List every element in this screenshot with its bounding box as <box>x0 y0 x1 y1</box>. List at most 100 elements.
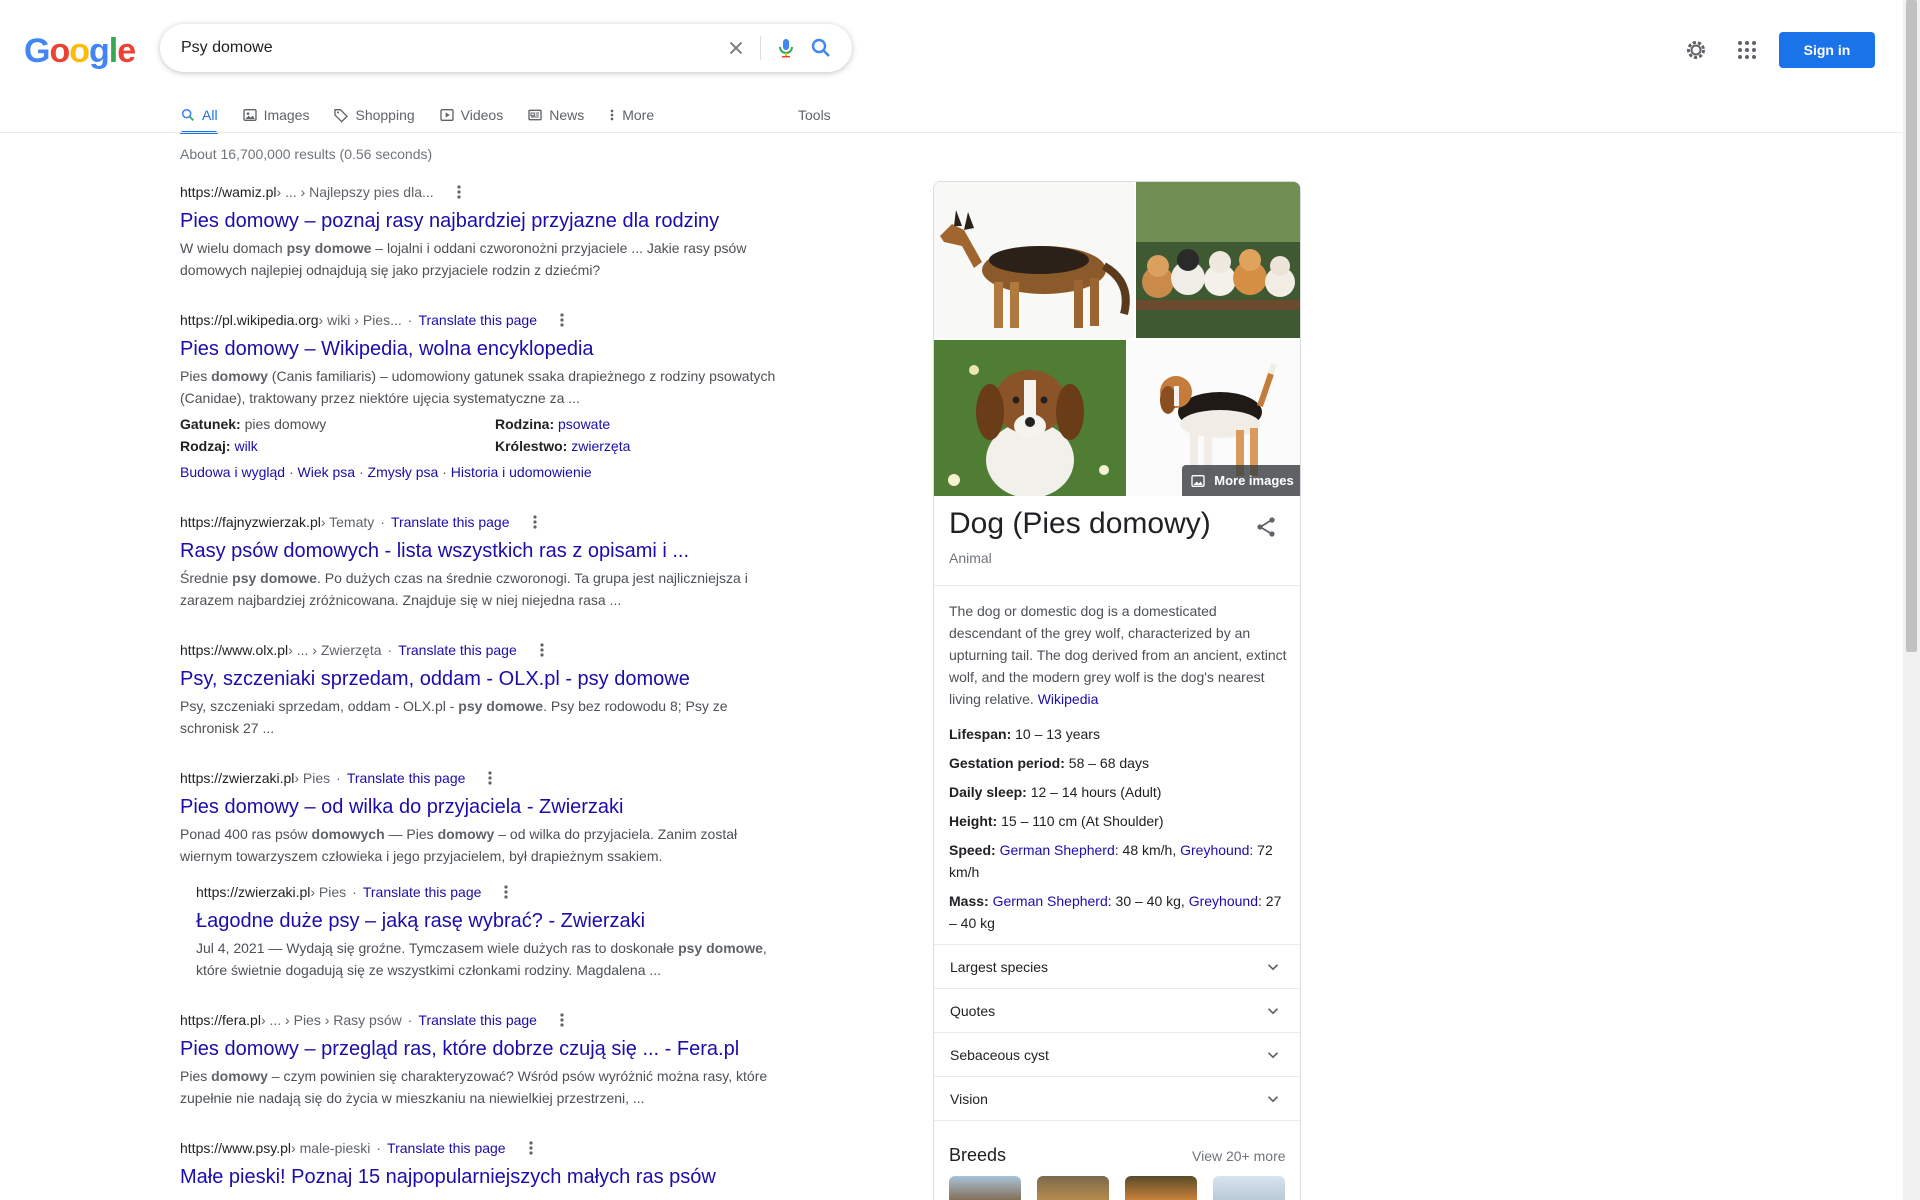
search-result: https://wamiz.pl › ... › Najlepszy pies … <box>180 181 780 281</box>
result-path: › ... › Najlepszy pies dla... <box>276 184 434 200</box>
fact-link[interactable]: Greyhound <box>1180 842 1249 858</box>
view-more-breeds-link[interactable]: View 20+ more <box>1192 1148 1286 1164</box>
page-scrollbar[interactable] <box>1903 0 1920 1200</box>
knowledge-panel-subtitle: Animal <box>949 550 992 566</box>
apps-grid-icon[interactable] <box>1735 38 1759 62</box>
results-list: https://wamiz.pl › ... › Najlepszy pies … <box>180 181 780 1200</box>
search-input[interactable] <box>181 33 721 63</box>
chevron-down-icon <box>1264 1002 1282 1020</box>
knowledge-panel-facts: Lifespan: 10 – 13 years Gestation period… <box>949 723 1287 941</box>
result-title-link[interactable]: Pies domowy – poznaj rasy najbardziej pr… <box>180 208 780 234</box>
fact-value: : 48 km/h, <box>1114 842 1181 858</box>
translate-link[interactable]: Translate this page <box>363 884 482 900</box>
dog-image-pomeranians[interactable] <box>1136 182 1300 338</box>
snippet-highlight: psy domowe <box>678 940 763 956</box>
more-options-icon[interactable] <box>553 1011 571 1029</box>
attribute-link[interactable]: psowate <box>558 416 610 432</box>
more-images-button[interactable]: More images <box>1182 465 1300 496</box>
attribute-link[interactable]: zwierzęta <box>571 438 630 454</box>
more-options-icon[interactable] <box>497 883 515 901</box>
snippet-highlight: psy domowe <box>232 570 317 586</box>
google-logo[interactable]: Google <box>24 32 136 71</box>
logo-letter: e <box>117 32 136 70</box>
translate-link[interactable]: Translate this page <box>418 312 537 328</box>
sitelinks: Budowa i wygląd · Wiek psa · Zmysły psa … <box>180 464 592 480</box>
share-icon[interactable] <box>1254 515 1278 539</box>
result-url[interactable]: https://fera.pl <box>180 1012 261 1028</box>
accordion-quotes[interactable]: Quotes <box>934 988 1300 1032</box>
result-url[interactable]: https://www.psy.pl <box>180 1140 291 1156</box>
result-url[interactable]: https://www.olx.pl <box>180 642 288 658</box>
tab-label: All <box>202 107 218 123</box>
breed-thumbnail[interactable] <box>1125 1176 1197 1200</box>
fact-value: 10 – 13 years <box>1011 726 1100 742</box>
image-icon <box>1190 473 1206 489</box>
wikipedia-link[interactable]: Wikipedia <box>1038 691 1099 707</box>
result-url[interactable]: https://zwierzaki.pl <box>180 770 294 786</box>
translate-link[interactable]: Translate this page <box>387 1140 506 1156</box>
attribute-link[interactable]: wilk <box>234 438 257 454</box>
translate-link[interactable]: Translate this page <box>347 770 466 786</box>
more-options-icon[interactable] <box>450 183 468 201</box>
sitelink[interactable]: Wiek psa <box>298 464 356 480</box>
breed-thumbnail[interactable] <box>1213 1176 1285 1200</box>
fact-link[interactable]: Greyhound <box>1189 893 1258 909</box>
result-title-link[interactable]: Rasy psów domowych - lista wszystkich ra… <box>180 538 780 564</box>
scrollbar-thumb[interactable] <box>1906 0 1917 652</box>
knowledge-panel-images[interactable]: More images <box>934 182 1300 496</box>
more-options-icon[interactable] <box>526 513 544 531</box>
result-url[interactable]: https://wamiz.pl <box>180 184 276 200</box>
fact-label: Speed: <box>949 842 996 858</box>
search-result: https://pl.wikipedia.org › wiki › Pies..… <box>180 309 780 483</box>
dog-image-german-shepherd[interactable] <box>934 182 1134 338</box>
play-icon <box>439 107 455 123</box>
tab-images[interactable]: Images <box>242 98 309 132</box>
breed-thumbnail[interactable] <box>949 1176 1021 1200</box>
more-options-icon[interactable] <box>522 1139 540 1157</box>
fact-link[interactable]: German Shepherd <box>1000 842 1115 858</box>
dog-image-beagle-puppy[interactable] <box>934 340 1126 496</box>
sitelink[interactable]: Zmysły psa <box>368 464 439 480</box>
tools-button[interactable]: Tools <box>798 98 831 132</box>
clear-icon[interactable] <box>724 36 748 60</box>
sitelink[interactable]: Historia i udomowienie <box>451 464 592 480</box>
tab-videos[interactable]: Videos <box>439 98 503 132</box>
microphone-icon[interactable] <box>774 36 798 60</box>
fact-label: Daily sleep: <box>949 784 1027 800</box>
tab-more[interactable]: More <box>608 98 654 132</box>
result-title-link[interactable]: Łagodne duże psy – jaką rasę wybrać? - Z… <box>196 908 780 934</box>
fact-link[interactable]: German Shepherd <box>993 893 1108 909</box>
settings-gear-icon[interactable] <box>1684 38 1708 62</box>
tab-shopping[interactable]: Shopping <box>333 98 415 132</box>
accordion-vision[interactable]: Vision <box>934 1076 1300 1120</box>
result-title-link[interactable]: Psy, szczeniaki sprzedam, oddam - OLX.pl… <box>180 666 780 692</box>
tab-all[interactable]: All <box>180 98 218 134</box>
search-icon[interactable] <box>809 36 833 60</box>
result-url[interactable]: https://zwierzaki.pl <box>196 884 310 900</box>
tab-news[interactable]: News <box>527 98 584 132</box>
accordion-sebaceous-cyst[interactable]: Sebaceous cyst <box>934 1032 1300 1076</box>
more-options-icon[interactable] <box>553 311 571 329</box>
search-result: https://www.olx.pl › ... › Zwierzęta · T… <box>180 639 780 739</box>
breeds-heading: Breeds <box>949 1145 1007 1165</box>
result-snippet: W wielu domach psy domowe – lojalni i od… <box>180 237 780 281</box>
more-options-icon[interactable] <box>481 769 499 787</box>
accordion-largest-species[interactable]: Largest species <box>934 944 1300 988</box>
result-cite: https://fera.pl › ... › Pies › Rasy psów… <box>180 1009 780 1031</box>
more-options-icon[interactable] <box>533 641 551 659</box>
translate-link[interactable]: Translate this page <box>398 642 517 658</box>
result-title-link[interactable]: Pies domowy – Wikipedia, wolna encyklope… <box>180 336 780 362</box>
result-url[interactable]: https://fajnyzwierzak.pl <box>180 514 321 530</box>
result-title-link[interactable]: Pies domowy – od wilka do przyjaciela - … <box>180 794 780 820</box>
translate-link[interactable]: Translate this page <box>391 514 510 530</box>
result-snippet: Jul 4, 2021 — Wydają się groźne. Tymczas… <box>196 937 780 981</box>
breed-thumbnail[interactable] <box>1037 1176 1109 1200</box>
result-title-link[interactable]: Pies domowy – przegląd ras, które dobrze… <box>180 1036 780 1062</box>
sitelink[interactable]: Budowa i wygląd <box>180 464 285 480</box>
result-url[interactable]: https://pl.wikipedia.org <box>180 312 319 328</box>
sign-in-button[interactable]: Sign in <box>1779 32 1875 68</box>
result-title-link[interactable]: Małe pieski! Poznaj 15 najpopularniejszy… <box>180 1164 780 1190</box>
result-attributes: Gatunek: pies domowy Rodzina: psowate Ro… <box>180 413 780 457</box>
translate-link[interactable]: Translate this page <box>418 1012 537 1028</box>
fact-label: Height: <box>949 813 998 829</box>
